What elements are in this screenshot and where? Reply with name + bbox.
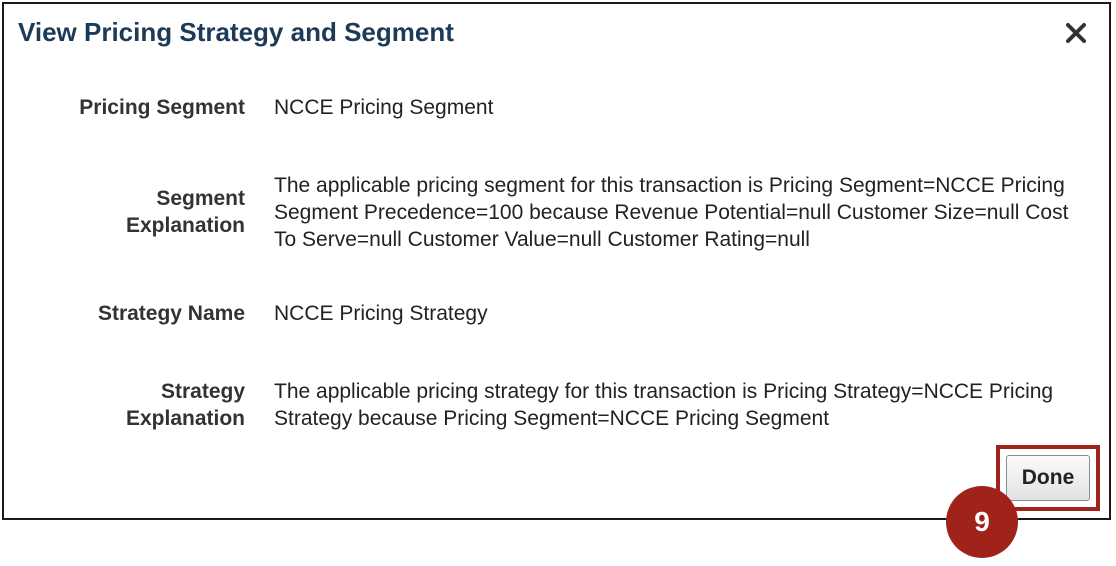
step-badge: 9 xyxy=(946,486,1018,558)
strategy-name-label: Strategy Name xyxy=(97,302,245,325)
close-icon[interactable] xyxy=(1063,20,1089,46)
strategy-explanation-label: Strategy Explanation xyxy=(125,380,245,430)
segment-explanation-value: The applicable pricing segment for this … xyxy=(274,174,1069,251)
done-button[interactable]: Done xyxy=(1006,455,1090,501)
dialog-title: View Pricing Strategy and Segment xyxy=(18,17,454,47)
segment-explanation-label: Segment Explanation xyxy=(125,187,245,237)
pricing-segment-value: NCCE Pricing Segment xyxy=(274,96,494,119)
pricing-segment-label: Pricing Segment xyxy=(79,96,245,119)
pricing-strategy-dialog: View Pricing Strategy and Segment Pricin… xyxy=(2,2,1111,520)
strategy-name-value: NCCE Pricing Strategy xyxy=(274,302,488,325)
strategy-explanation-value: The applicable pricing strategy for this… xyxy=(274,380,1054,430)
